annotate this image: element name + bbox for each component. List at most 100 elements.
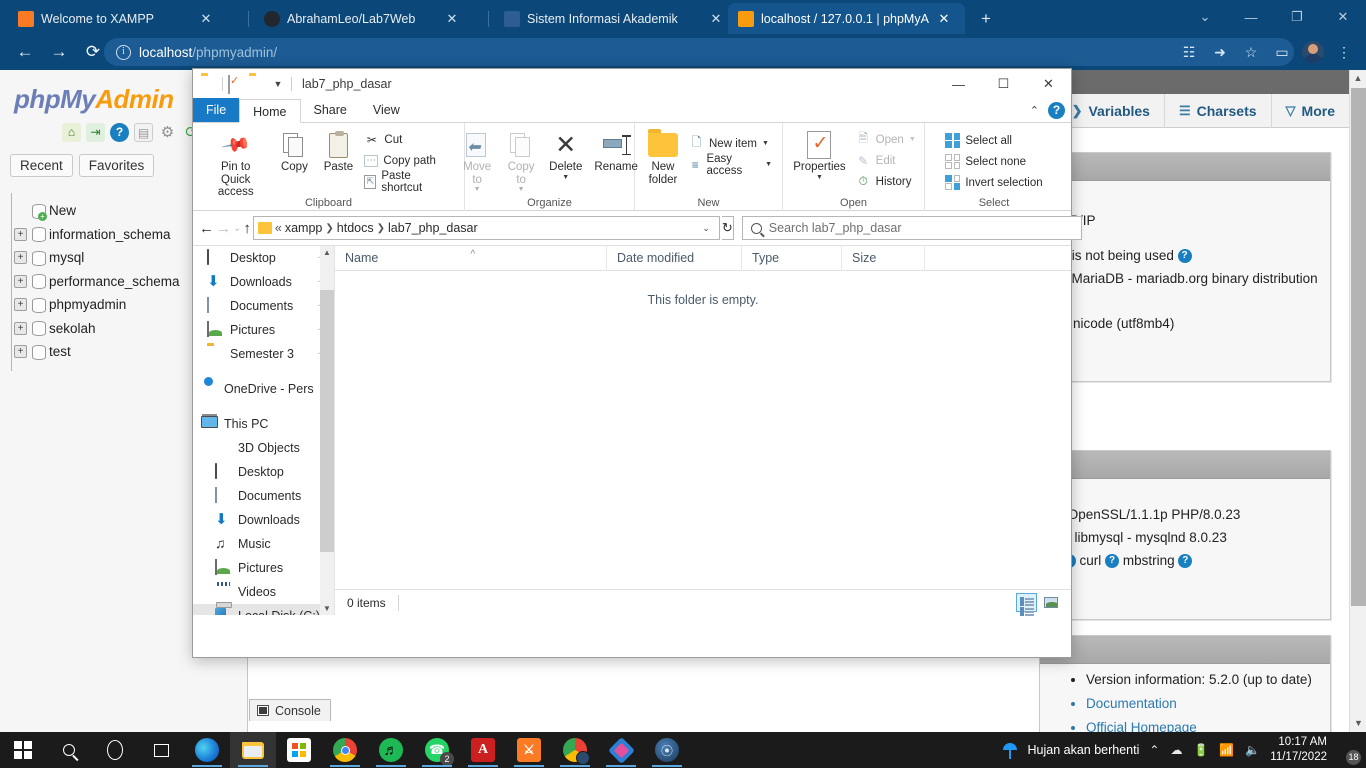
ribbon-tab-view[interactable]: View xyxy=(360,98,413,122)
new-tab-button[interactable]: + xyxy=(975,8,997,30)
nav-item-music[interactable]: ♫ Music xyxy=(193,532,334,556)
search-input[interactable]: Search lab7_php_dasar xyxy=(741,216,1082,240)
expand-icon[interactable]: + xyxy=(14,298,27,312)
chevron-down-icon[interactable]: ▼ xyxy=(816,174,823,181)
browser-tab-xampp[interactable]: Welcome to XAMPP ✕ xyxy=(8,3,246,34)
chevron-down-icon[interactable]: ▼ xyxy=(765,161,772,168)
tab-search-icon[interactable]: ⌄ xyxy=(1182,0,1228,34)
tray-chevron-icon[interactable]: ⌃ xyxy=(1149,743,1159,757)
tab-close-icon[interactable]: ✕ xyxy=(444,11,460,27)
scrollbar-thumb[interactable] xyxy=(320,290,334,552)
browser-tab-phpmyadmin[interactable]: localhost / 127.0.0.1 | phpMyAdm ✕ xyxy=(728,3,965,34)
microsoft-store-button[interactable] xyxy=(276,732,322,768)
scrollbar-thumb[interactable] xyxy=(1351,88,1366,606)
help-icon[interactable]: ? xyxy=(1178,554,1193,569)
paste-shortcut-button[interactable]: ⇱ Paste shortcut xyxy=(360,170,458,194)
forward-button[interactable]: → xyxy=(42,37,76,67)
nav-item-pictures[interactable]: Pictures xyxy=(193,556,334,580)
column-header-date-modified[interactable]: Date modified xyxy=(607,245,742,271)
history-button[interactable]: ⏱ History xyxy=(852,171,920,192)
select-all-button[interactable]: Select all xyxy=(941,130,1046,151)
acrobat-button[interactable]: A xyxy=(460,732,506,768)
chevron-right-icon[interactable]: ❯ xyxy=(325,223,333,234)
nav-item-onedrive[interactable]: OneDrive - Pers xyxy=(193,377,334,401)
customize-qat-icon[interactable]: ▼ xyxy=(270,76,286,92)
delete-button[interactable]: ✕ Delete ▼ xyxy=(543,127,588,183)
volume-icon[interactable]: 🔈 xyxy=(1245,743,1260,757)
column-header-size[interactable]: Size xyxy=(842,245,925,271)
vscode-button[interactable] xyxy=(598,732,644,768)
copy-to-button[interactable]: Copy to ▼ xyxy=(499,127,543,195)
nav-item-this-pc[interactable]: This PC xyxy=(193,412,334,436)
nav-item-videos[interactable]: Videos xyxy=(193,580,334,604)
ribbon-tab-home[interactable]: Home xyxy=(239,99,301,123)
tab-favorites[interactable]: Favorites xyxy=(78,154,155,177)
tab-close-icon[interactable]: ✕ xyxy=(198,11,214,27)
details-view-icon[interactable] xyxy=(1016,593,1037,616)
invert-selection-button[interactable]: Invert selection xyxy=(941,172,1046,193)
tab-close-icon[interactable]: ✕ xyxy=(936,11,952,27)
cortana-button[interactable] xyxy=(92,732,138,768)
recent-locations-icon[interactable]: ⌄ xyxy=(233,216,241,240)
start-button[interactable] xyxy=(0,732,46,768)
nav-item-desktop[interactable]: Desktop xyxy=(193,460,334,484)
help-icon[interactable]: ? xyxy=(1105,554,1120,569)
breadcrumb-item-htdocs[interactable]: htdocs xyxy=(337,221,374,235)
explorer-forward-button[interactable]: → xyxy=(216,216,231,240)
ribbon-tab-share[interactable]: Share xyxy=(301,98,360,122)
task-view-button[interactable] xyxy=(138,732,184,768)
chrome-button[interactable] xyxy=(322,732,368,768)
clock[interactable]: 10:17 AM 11/17/2022 xyxy=(1270,735,1327,765)
notification-center-button[interactable]: 18 xyxy=(1337,740,1361,765)
share-icon[interactable]: ➜ xyxy=(1206,39,1234,65)
whatsapp-button[interactable]: ☎ 2 xyxy=(414,732,460,768)
maximize-button[interactable]: ☐ xyxy=(981,69,1026,99)
close-button[interactable]: ✕ xyxy=(1320,0,1366,34)
breadcrumb-item-current[interactable]: lab7_php_dasar xyxy=(388,221,478,235)
explorer-back-button[interactable]: ← xyxy=(199,216,214,240)
expand-icon[interactable]: + xyxy=(14,274,27,288)
info-icon[interactable]: i xyxy=(116,44,131,60)
scroll-up-arrow[interactable]: ▲ xyxy=(1350,70,1366,87)
tab-close-icon[interactable]: ✕ xyxy=(708,11,724,27)
chevron-down-icon[interactable]: ▼ xyxy=(474,186,481,193)
explorer-up-button[interactable]: ↑ xyxy=(243,216,251,240)
edge-button[interactable] xyxy=(184,732,230,768)
spotify-button[interactable]: ♬ xyxy=(368,732,414,768)
minimize-button[interactable]: — xyxy=(1228,0,1274,34)
thumbnail-view-icon[interactable] xyxy=(1040,593,1061,612)
settings-gear-icon[interactable]: ⚙ xyxy=(158,123,177,142)
console-bar[interactable]: Console xyxy=(249,699,331,721)
scroll-down-arrow[interactable]: ▼ xyxy=(320,602,334,615)
properties-icon[interactable] xyxy=(228,75,244,94)
file-list-pane[interactable]: ^ Name Date modified Type Size This fold… xyxy=(335,245,1071,616)
new-item-button[interactable]: 🗋 New item ▼ xyxy=(685,133,776,154)
home-icon[interactable]: ⌂ xyxy=(62,123,81,142)
browser-tab-github[interactable]: AbrahamLeo/Lab7Web ✕ xyxy=(254,3,486,34)
cut-button[interactable]: ✂ Cut xyxy=(360,129,458,150)
expand-icon[interactable]: + xyxy=(14,321,27,335)
nav-item-pictures-quick[interactable]: Pictures 📌 xyxy=(193,318,334,342)
help-docs-icon[interactable]: ? xyxy=(110,123,129,142)
address-bar[interactable]: i localhost/phpmyadmin/ xyxy=(104,38,1294,66)
favorite-star-icon[interactable]: ☆ xyxy=(1237,39,1265,65)
copy-button[interactable]: Copy xyxy=(272,127,316,176)
column-header-type[interactable]: Type xyxy=(742,245,842,271)
navpane-scrollbar[interactable]: ▲ ▼ xyxy=(320,246,334,615)
list-item-homepage[interactable]: Official Homepage xyxy=(1086,716,1318,732)
menu-item-charsets[interactable]: ☰ Charsets xyxy=(1165,93,1272,128)
chevron-down-icon[interactable]: ▼ xyxy=(909,136,916,143)
folder-icon[interactable] xyxy=(201,76,217,92)
expand-icon[interactable]: + xyxy=(14,227,27,241)
settings-more-icon[interactable]: ⋮ xyxy=(1330,39,1358,65)
new-folder-icon[interactable] xyxy=(249,76,265,92)
ribbon-tab-file[interactable]: File xyxy=(193,98,240,122)
sql-doc-icon[interactable]: ▤ xyxy=(134,123,153,142)
breadcrumb[interactable]: « xampp ❯ htdocs ❯ lab7_php_dasar ⌄ xyxy=(252,216,720,240)
scroll-up-arrow[interactable]: ▲ xyxy=(320,246,334,260)
logout-icon[interactable]: ⇥ xyxy=(86,123,105,142)
chevron-right-icon[interactable]: ❯ xyxy=(377,223,385,234)
list-item-documentation[interactable]: Documentation xyxy=(1086,692,1318,716)
explorer-refresh-button[interactable]: ↻ xyxy=(721,216,734,240)
nav-item-documents-quick[interactable]: Documents 📌 xyxy=(193,294,334,318)
